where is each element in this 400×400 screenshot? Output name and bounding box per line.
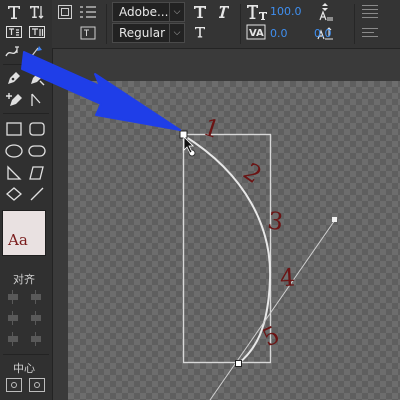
- align-label: 对齐: [13, 273, 35, 286]
- align-left-button[interactable]: [6, 290, 20, 304]
- triangle-icon[interactable]: [4, 163, 24, 183]
- direct-select-icon[interactable]: [27, 90, 47, 110]
- align-right-button[interactable]: [6, 311, 20, 325]
- chevron-down-icon: ⌵: [169, 24, 184, 42]
- italic-icon[interactable]: [215, 3, 231, 21]
- convert-anchor-icon[interactable]: [27, 68, 47, 88]
- paragraph-icon[interactable]: [78, 3, 98, 21]
- add-anchor-icon[interactable]: [4, 90, 24, 110]
- type-tool-icon[interactable]: [4, 2, 24, 22]
- end-anchor-point[interactable]: [235, 360, 242, 367]
- align-top-button[interactable]: [29, 311, 43, 325]
- text-options-bar: Adobe... ⌵ Regular ⌵ 100.0 VA 0.0 0.0: [52, 0, 400, 49]
- align-center-h-button[interactable]: [29, 290, 43, 304]
- ellipse-icon[interactable]: [4, 141, 24, 161]
- path-text-start-handle[interactable]: [188, 149, 196, 157]
- transparent-canvas[interactable]: [68, 81, 400, 400]
- font-family-value: Adobe...: [119, 5, 169, 19]
- vertical-type-icon[interactable]: [27, 2, 47, 22]
- align-middle-v-button[interactable]: [6, 332, 20, 346]
- text-style-swatch[interactable]: Aa: [2, 210, 46, 256]
- font-style-value: Regular: [119, 26, 166, 40]
- path-type-icon[interactable]: [4, 42, 24, 62]
- chevron-down-icon: ⌵: [169, 3, 184, 21]
- align-bottom-button[interactable]: [29, 332, 43, 346]
- circle-icon[interactable]: [4, 184, 24, 204]
- align-left-icon[interactable]: [362, 28, 378, 37]
- kerning-value[interactable]: 0.0: [270, 27, 288, 40]
- bezier-handle-point[interactable]: [332, 217, 337, 222]
- center-horizontal-button[interactable]: [6, 378, 22, 392]
- underline-icon[interactable]: [192, 24, 208, 42]
- align-justify-icon[interactable]: [362, 5, 378, 18]
- rounded-rectangle-icon[interactable]: [27, 119, 47, 139]
- paragraph-style-icon[interactable]: [78, 25, 98, 41]
- selection-tool-icon[interactable]: [27, 42, 47, 62]
- pen-tool-icon[interactable]: [4, 68, 24, 88]
- line-icon[interactable]: [27, 184, 47, 204]
- tracking-value[interactable]: 100.0: [270, 5, 302, 18]
- font-family-select[interactable]: Adobe... ⌵: [112, 2, 185, 22]
- center-vertical-button[interactable]: [29, 378, 45, 392]
- start-anchor-point[interactable]: [179, 130, 188, 139]
- vertical-text-frame-icon[interactable]: [27, 22, 47, 42]
- kerning-icon[interactable]: VA: [246, 24, 268, 42]
- font-style-select[interactable]: Regular ⌵: [112, 23, 185, 43]
- svg-text:VA: VA: [249, 28, 264, 39]
- leading-icon[interactable]: [314, 2, 336, 22]
- tool-panel: Aa 对齐 中心: [0, 0, 53, 400]
- rectangle-icon[interactable]: [4, 119, 24, 139]
- baseline-shift-value[interactable]: 0.0: [314, 27, 332, 40]
- rounded-ellipse-icon[interactable]: [27, 141, 47, 161]
- bold-icon[interactable]: [192, 3, 208, 21]
- text-tool-icon[interactable]: [56, 4, 74, 20]
- font-size-icon[interactable]: [246, 2, 268, 22]
- canvas-area: [53, 49, 400, 400]
- center-label: 中心: [13, 362, 35, 375]
- polygon-icon[interactable]: [27, 163, 47, 183]
- text-frame-icon[interactable]: [4, 22, 24, 42]
